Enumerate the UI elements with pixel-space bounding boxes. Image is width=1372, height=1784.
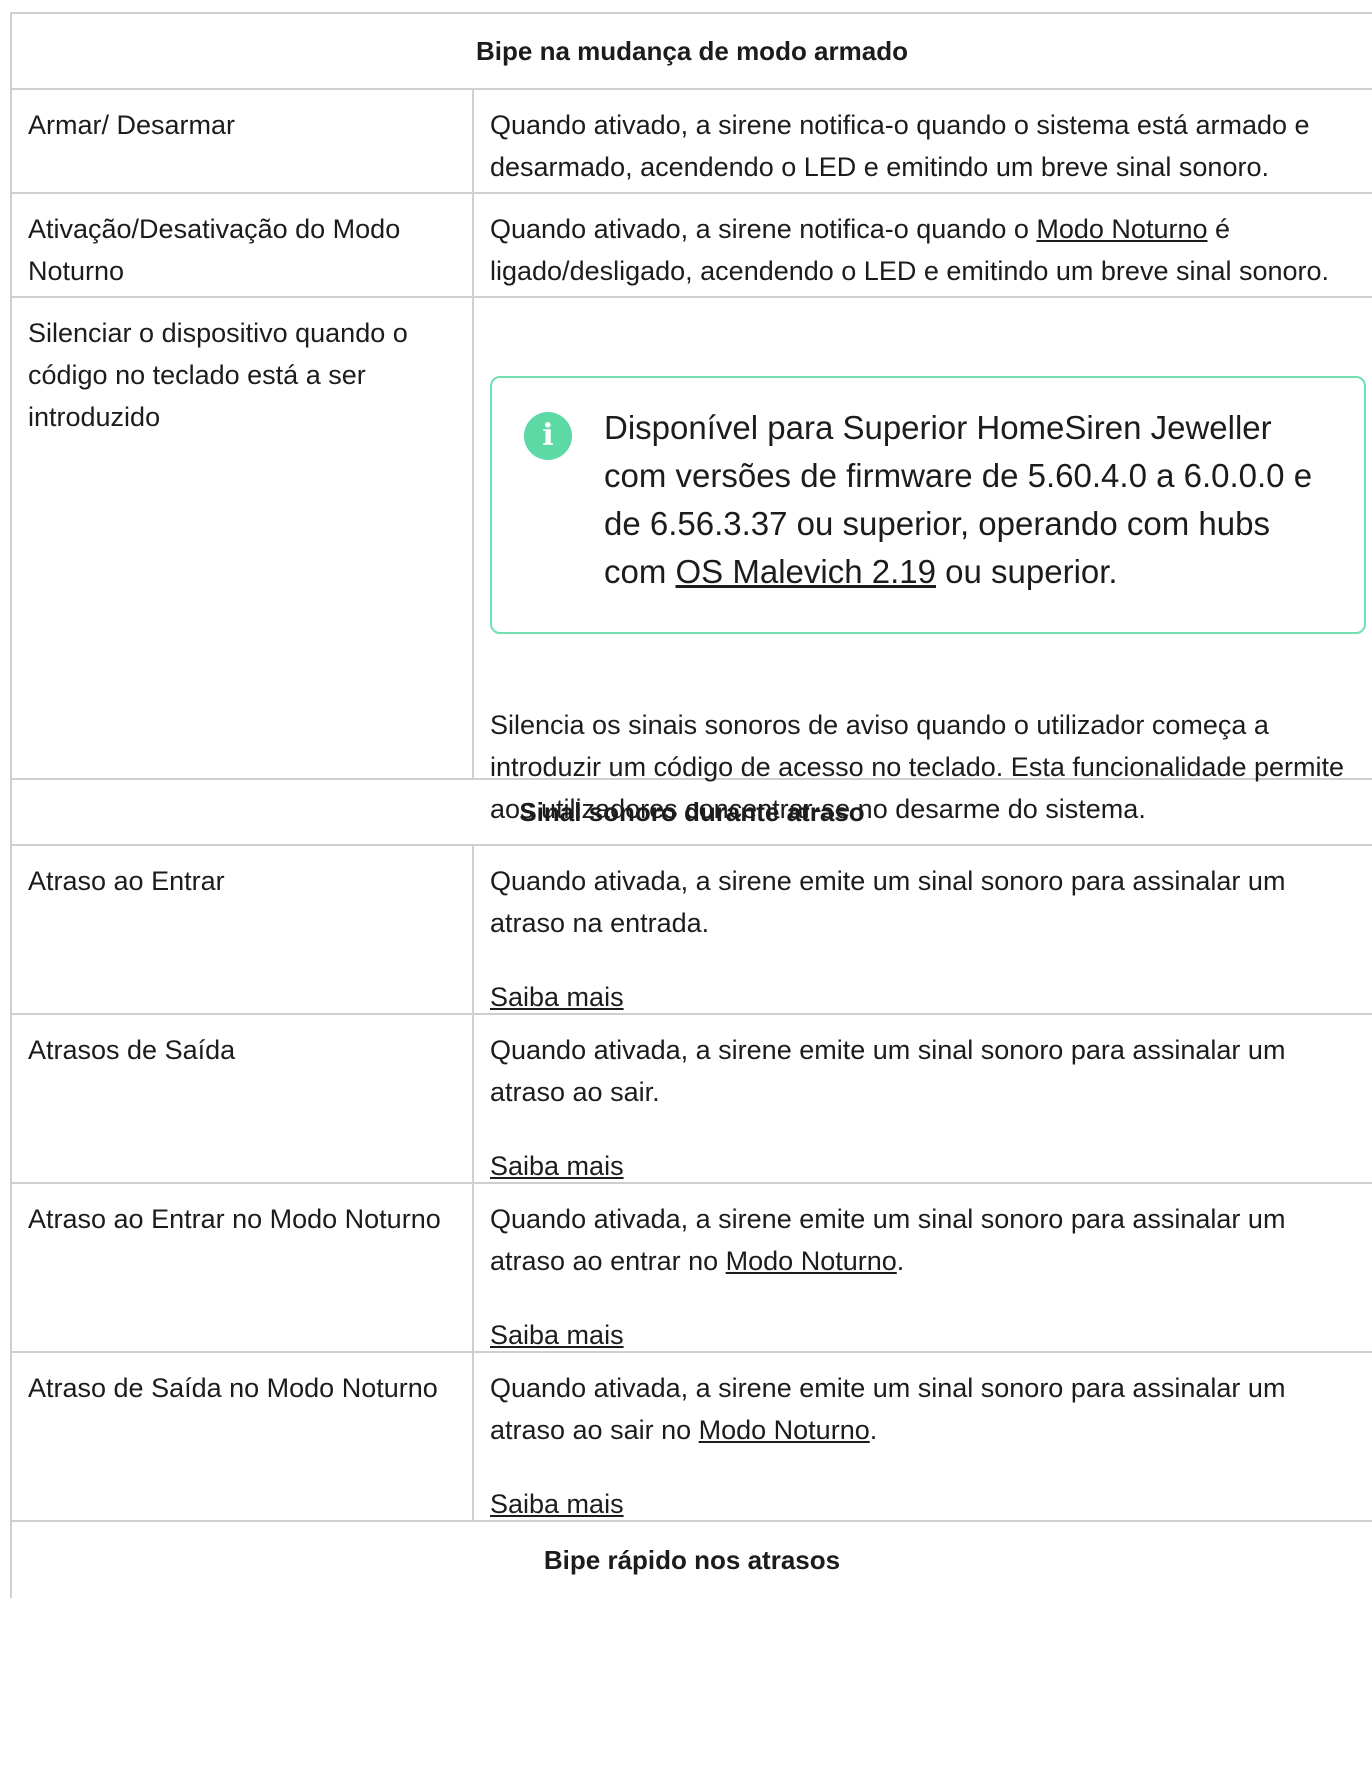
table-row-mute-on-keypad: Silenciar o dispositivo quando o código … <box>12 298 1372 824</box>
night-mode-link[interactable]: Modo Noturno <box>1036 214 1207 244</box>
info-icon: i <box>524 412 572 460</box>
setting-name: Armar/ Desarmar <box>12 90 474 192</box>
section-title: Sinal sonoro durante atraso <box>519 796 865 827</box>
setting-name: Atraso ao Entrar no Modo Noturno <box>12 1184 474 1351</box>
table-row-arm-disarm: Armar/ Desarmar Quando ativado, a sirene… <box>12 90 1372 194</box>
section-header-armed-mode-beep: Bipe na mudança de modo armado <box>12 14 1372 90</box>
setting-name: Ativação/Desativação do Modo Noturno <box>12 194 474 296</box>
setting-description: Quando ativada, a sirene emite um sinal … <box>474 1015 1372 1182</box>
learn-more-link[interactable]: Saiba mais <box>490 982 624 1012</box>
description-text: . <box>896 1246 905 1276</box>
section-title: Bipe na mudança de modo armado <box>476 35 908 66</box>
description-text: Quando ativada, a sirene emite um sinal … <box>490 1035 1286 1107</box>
setting-description: Quando ativado, a sirene notifica-o quan… <box>490 110 1310 182</box>
setting-name: Atrasos de Saída <box>12 1015 474 1182</box>
table-row-night-mode: Ativação/Desativação do Modo Noturno Qua… <box>12 194 1372 298</box>
section-header-fast-beep: Bipe rápido nos atrasos <box>12 1522 1372 1598</box>
setting-description: i Disponível para Superior HomeSiren Jew… <box>474 298 1372 824</box>
setting-name: Atraso de Saída no Modo Noturno <box>12 1353 474 1520</box>
description-text: Quando ativada, a sirene emite um sinal … <box>490 866 1286 938</box>
description-text: . <box>869 1415 878 1445</box>
table-row-entry-delay-night: Atraso ao Entrar no Modo Noturno Quando … <box>12 1184 1372 1353</box>
setting-description: Quando ativada, a sirene emite um sinal … <box>474 1353 1372 1520</box>
learn-more-link[interactable]: Saiba mais <box>490 1489 624 1519</box>
setting-description: Quando ativada, a sirene emite um sinal … <box>474 846 1372 1013</box>
os-malevich-link[interactable]: OS Malevich 2.19 <box>676 553 936 590</box>
description-text: Quando ativada, a sirene emite um sinal … <box>490 1373 1286 1445</box>
learn-more-link[interactable]: Saiba mais <box>490 1151 624 1181</box>
table-row-entry-delay: Atraso ao Entrar Quando ativada, a siren… <box>12 846 1372 1015</box>
section-title: Bipe rápido nos atrasos <box>543 1544 841 1575</box>
setting-name: Atraso ao Entrar <box>12 846 474 1013</box>
setting-name: Silenciar o dispositivo quando o código … <box>12 298 474 778</box>
night-mode-link[interactable]: Modo Noturno <box>699 1415 870 1445</box>
setting-description: Quando ativada, a sirene emite um sinal … <box>474 1184 1372 1351</box>
firmware-info-note: i Disponível para Superior HomeSiren Jew… <box>490 376 1366 634</box>
settings-table: Bipe na mudança de modo armado Armar/ De… <box>10 12 1372 1598</box>
description-text: Quando ativado, a sirene notifica-o quan… <box>490 214 1037 244</box>
night-mode-link[interactable]: Modo Noturno <box>726 1246 897 1276</box>
table-row-exit-delay-night: Atraso de Saída no Modo Noturno Quando a… <box>12 1353 1372 1522</box>
learn-more-link[interactable]: Saiba mais <box>490 1320 624 1350</box>
setting-description: Quando ativado, a sirene notifica-o quan… <box>474 194 1372 296</box>
note-text: ou superior. <box>935 553 1118 590</box>
table-row-exit-delay: Atrasos de Saída Quando ativada, a siren… <box>12 1015 1372 1184</box>
